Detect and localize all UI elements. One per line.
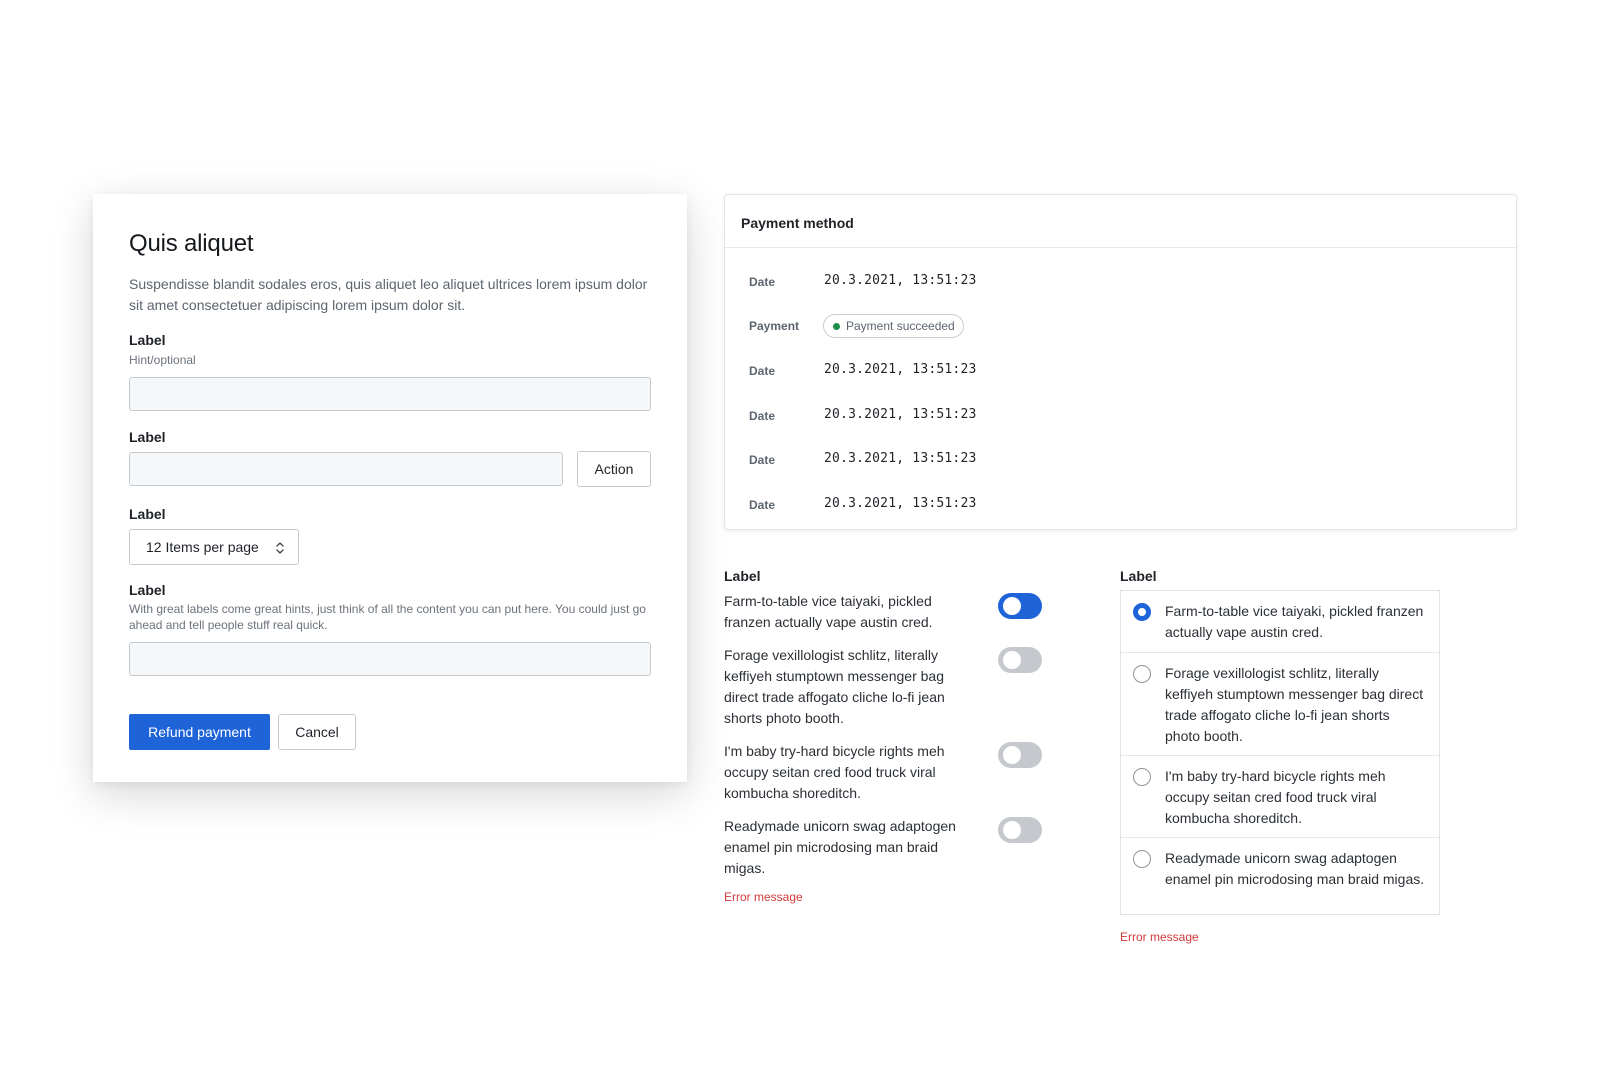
radio-unselected-icon[interactable] <box>1133 665 1151 683</box>
radio-option-label: Farm-to-table vice taiyaki, pickled fran… <box>1165 603 1424 640</box>
toggle-switch[interactable] <box>998 647 1042 673</box>
refund-modal: Quis aliquet Suspendisse blandit sodales… <box>93 194 687 782</box>
chevron-up-down-icon <box>276 542 284 554</box>
radio-selected-icon[interactable] <box>1133 603 1151 621</box>
detail-key: Date <box>749 275 776 289</box>
field1-input[interactable] <box>129 377 651 411</box>
toggle-knob <box>1003 821 1021 839</box>
toggle-group-label: Label <box>724 568 761 584</box>
radio-error-message: Error message <box>1120 930 1199 944</box>
radio-option-label: Forage vexillologist schlitz, literally … <box>1165 665 1424 744</box>
toggle-switch[interactable] <box>998 593 1042 619</box>
detail-row: Date 20.3.2021, 13:51:23 <box>749 404 1449 428</box>
detail-row: Date 20.3.2021, 13:51:23 <box>749 448 1449 472</box>
radio-unselected-icon[interactable] <box>1133 768 1151 786</box>
detail-key: Date <box>749 453 776 467</box>
toggle-item-text: Farm-to-table vice taiyaki, pickled fran… <box>724 593 933 630</box>
field4-hint: With great labels come great hints, just… <box>129 602 646 632</box>
toggle-item-text: Forage vexillologist schlitz, literally … <box>724 647 945 726</box>
radio-option-label: Readymade unicorn swag adaptogen enamel … <box>1165 850 1425 887</box>
toggle-switch[interactable] <box>998 742 1042 768</box>
radio-group-label: Label <box>1120 568 1157 584</box>
field3-label: Label <box>129 506 166 522</box>
payment-method-card: Payment method Date 20.3.2021, 13:51:23 … <box>724 194 1517 530</box>
status-badge: Payment succeeded <box>823 314 964 338</box>
radio-option[interactable]: Readymade unicorn swag adaptogen enamel … <box>1121 837 1439 915</box>
modal-description: Suspendisse blandit sodales eros, quis a… <box>129 276 648 313</box>
detail-key: Payment <box>749 319 800 333</box>
toggle-item-text: I'm baby try-hard bicycle rights meh occ… <box>724 743 945 801</box>
status-badge-label: Payment succeeded <box>846 319 955 333</box>
detail-value: 20.3.2021, 13:51:23 <box>824 496 977 511</box>
radio-group: Farm-to-table vice taiyaki, pickled fran… <box>1120 590 1440 915</box>
field4-input[interactable] <box>129 642 651 676</box>
detail-value: 20.3.2021, 13:51:23 <box>824 451 977 466</box>
refund-payment-button[interactable]: Refund payment <box>129 714 270 750</box>
detail-row: Date 20.3.2021, 13:51:23 <box>749 270 1449 294</box>
detail-key: Date <box>749 498 776 512</box>
detail-value: 20.3.2021, 13:51:23 <box>824 407 977 422</box>
field1-hint: Hint/optional <box>129 353 196 367</box>
field2-label: Label <box>129 429 166 445</box>
modal-title: Quis aliquet <box>129 230 254 257</box>
detail-row: Date 20.3.2021, 13:51:23 <box>749 359 1449 383</box>
radio-unselected-icon[interactable] <box>1133 850 1151 868</box>
radio-option[interactable]: I'm baby try-hard bicycle rights meh occ… <box>1121 755 1439 837</box>
status-dot-icon <box>833 323 840 330</box>
field2-input[interactable] <box>129 452 563 486</box>
toggle-switch[interactable] <box>998 817 1042 843</box>
cancel-button[interactable]: Cancel <box>278 714 356 750</box>
select-value: 12 Items per page <box>146 539 259 555</box>
detail-row: Payment Payment succeeded <box>749 314 1449 338</box>
action-button[interactable]: Action <box>577 451 651 487</box>
field4-label: Label <box>129 582 166 598</box>
toggle-knob <box>1003 597 1021 615</box>
radio-option[interactable]: Forage vexillologist schlitz, literally … <box>1121 652 1439 755</box>
toggle-knob <box>1003 651 1021 669</box>
detail-row: Date 20.3.2021, 13:51:23 <box>749 493 1449 517</box>
detail-value: 20.3.2021, 13:51:23 <box>824 362 977 377</box>
items-per-page-select[interactable]: 12 Items per page <box>129 529 299 565</box>
toggle-item-text: Readymade unicorn swag adaptogen enamel … <box>724 818 956 876</box>
detail-value: 20.3.2021, 13:51:23 <box>824 273 977 288</box>
field1-label: Label <box>129 332 166 348</box>
detail-key: Date <box>749 409 776 423</box>
toggle-knob <box>1003 746 1021 764</box>
card-header: Payment method <box>725 195 1516 248</box>
detail-key: Date <box>749 364 776 378</box>
toggle-error-message: Error message <box>724 890 803 904</box>
card-title: Payment method <box>741 215 854 231</box>
radio-option-label: I'm baby try-hard bicycle rights meh occ… <box>1165 768 1386 826</box>
radio-option[interactable]: Farm-to-table vice taiyaki, pickled fran… <box>1121 591 1439 652</box>
